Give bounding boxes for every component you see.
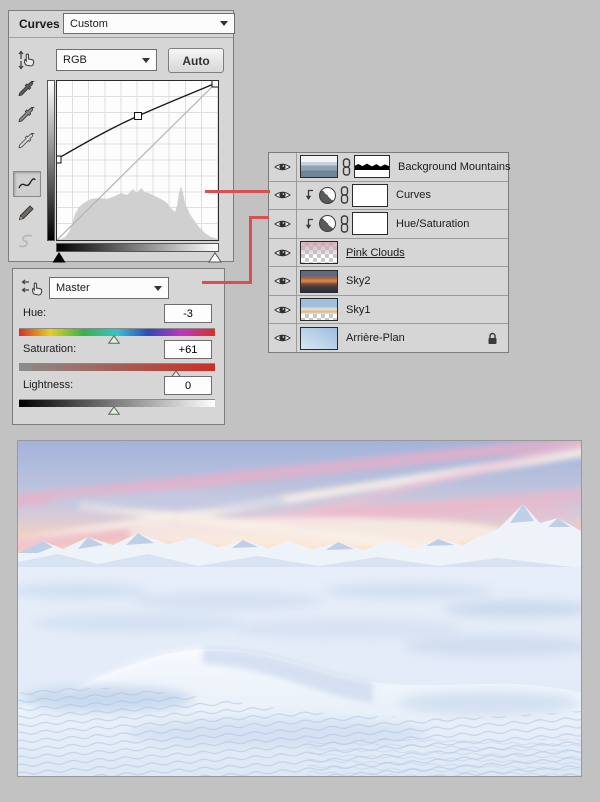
link-icon <box>340 215 349 233</box>
layer-name[interactable]: Curves <box>396 189 431 201</box>
layer-name[interactable]: Background Mountains <box>398 161 511 173</box>
hue-input[interactable] <box>164 304 212 323</box>
white-point-slider[interactable] <box>208 252 222 263</box>
black-point-slider[interactable] <box>52 252 66 263</box>
curves-preset-value: Custom <box>64 18 220 30</box>
layer-row-background-mountains[interactable]: Background Mountains <box>269 153 508 182</box>
chevron-down-icon <box>220 21 228 26</box>
layer-name[interactable]: Sky1 <box>346 304 370 316</box>
layer-mask-thumbnail[interactable] <box>352 184 388 207</box>
layer-thumbnail[interactable] <box>300 298 338 321</box>
saturation-label: Saturation: <box>23 343 76 355</box>
input-levels-horizontal-gradient <box>56 243 219 252</box>
hue-label: Hue: <box>23 307 46 319</box>
connector-hue-sat-line-top <box>252 216 269 219</box>
white-point-eyedropper-icon[interactable] <box>13 129 39 153</box>
connector-curves-line <box>205 190 270 193</box>
lightness-slider-thumb[interactable] <box>108 406 120 415</box>
clipping-mask-arrow-icon <box>303 189 315 201</box>
eye-icon <box>274 332 291 344</box>
document-canvas[interactable] <box>17 440 582 777</box>
curve-point-midtones <box>135 113 142 120</box>
tone-curve <box>57 83 216 159</box>
clipping-mask-arrow-icon <box>303 218 315 230</box>
visibility-toggle[interactable] <box>269 153 297 181</box>
eye-icon <box>274 218 291 230</box>
saturation-input[interactable] <box>164 340 212 359</box>
curves-preset-dropdown[interactable]: Custom <box>63 13 235 34</box>
adjustment-layer-icon <box>319 187 336 204</box>
layer-mask-thumbnail[interactable] <box>354 155 390 178</box>
layers-panel: Background Mountains Curves Hue/Saturati… <box>268 152 509 353</box>
visibility-toggle[interactable] <box>269 324 297 352</box>
eye-icon <box>274 275 291 287</box>
layer-name[interactable]: Arrière-Plan <box>346 332 405 344</box>
curves-channel-dropdown[interactable]: RGB <box>56 49 157 71</box>
chevron-down-icon <box>142 58 150 63</box>
link-icon <box>340 186 349 204</box>
gray-point-eyedropper-icon[interactable] <box>13 103 39 127</box>
visibility-toggle[interactable] <box>269 296 297 324</box>
hue-sat-channel-dropdown[interactable]: Master <box>49 277 169 299</box>
layer-row-sky1[interactable]: Sky1 <box>269 296 508 325</box>
adjustment-layer-icon <box>319 215 336 232</box>
curves-grid[interactable] <box>56 80 219 241</box>
layer-row-arriere-plan[interactable]: Arrière-Plan <box>269 324 508 352</box>
input-levels-vertical-gradient <box>47 80 55 241</box>
visibility-toggle[interactable] <box>269 182 297 210</box>
curves-panel-title: Curves <box>19 17 60 31</box>
curves-panel: Curves Custom RGB Auto <box>8 10 234 262</box>
layer-thumbnail[interactable] <box>300 327 338 350</box>
histogram <box>57 186 218 240</box>
eye-icon <box>274 304 291 316</box>
eye-icon <box>274 189 291 201</box>
hue-saturation-panel: Master Hue: Saturation: Lightness: <box>12 268 225 425</box>
curve-point-tool-icon[interactable] <box>13 171 41 197</box>
layer-row-curves[interactable]: Curves <box>269 182 508 211</box>
visibility-toggle[interactable] <box>269 210 297 238</box>
hue-sat-channel-value: Master <box>50 282 154 294</box>
layer-thumbnail[interactable] <box>300 270 338 293</box>
layer-name[interactable]: Sky2 <box>346 275 370 287</box>
auto-button[interactable]: Auto <box>168 48 224 73</box>
layer-thumbnail[interactable] <box>300 241 338 264</box>
connector-hue-sat-line-bottom <box>202 281 252 284</box>
layer-name[interactable]: Hue/Saturation <box>396 218 469 230</box>
layer-name[interactable]: Pink Clouds <box>346 247 405 259</box>
connector-hue-sat-line-vertical <box>249 216 252 284</box>
snow-desert-image <box>18 441 581 776</box>
layer-thumbnail[interactable] <box>300 155 338 178</box>
eye-icon <box>274 161 291 173</box>
link-icon <box>342 158 351 176</box>
targeted-adjustment-icon[interactable] <box>13 48 39 72</box>
lightness-input[interactable] <box>164 376 212 395</box>
hue-slider-thumb[interactable] <box>108 335 120 344</box>
lightness-label: Lightness: <box>23 379 73 391</box>
saturation-gradient-bar <box>19 363 215 371</box>
visibility-toggle[interactable] <box>269 267 297 295</box>
targeted-adjustment-icon[interactable] <box>21 276 45 303</box>
layer-row-hue-saturation[interactable]: Hue/Saturation <box>269 210 508 239</box>
chevron-down-icon <box>154 286 162 291</box>
black-point-eyedropper-icon[interactable] <box>13 77 39 101</box>
curve-point-highlights <box>212 81 218 87</box>
curve-point-shadows <box>57 156 61 163</box>
smooth-curve-icon <box>13 229 39 253</box>
curves-channel-value: RGB <box>57 54 142 66</box>
lock-icon <box>487 332 498 345</box>
pencil-tool-icon[interactable] <box>13 201 39 225</box>
visibility-toggle[interactable] <box>269 239 297 267</box>
layer-mask-thumbnail[interactable] <box>352 212 388 235</box>
eye-icon <box>274 247 291 259</box>
layer-row-pink-clouds[interactable]: Pink Clouds <box>269 239 508 268</box>
layer-row-sky2[interactable]: Sky2 <box>269 267 508 296</box>
